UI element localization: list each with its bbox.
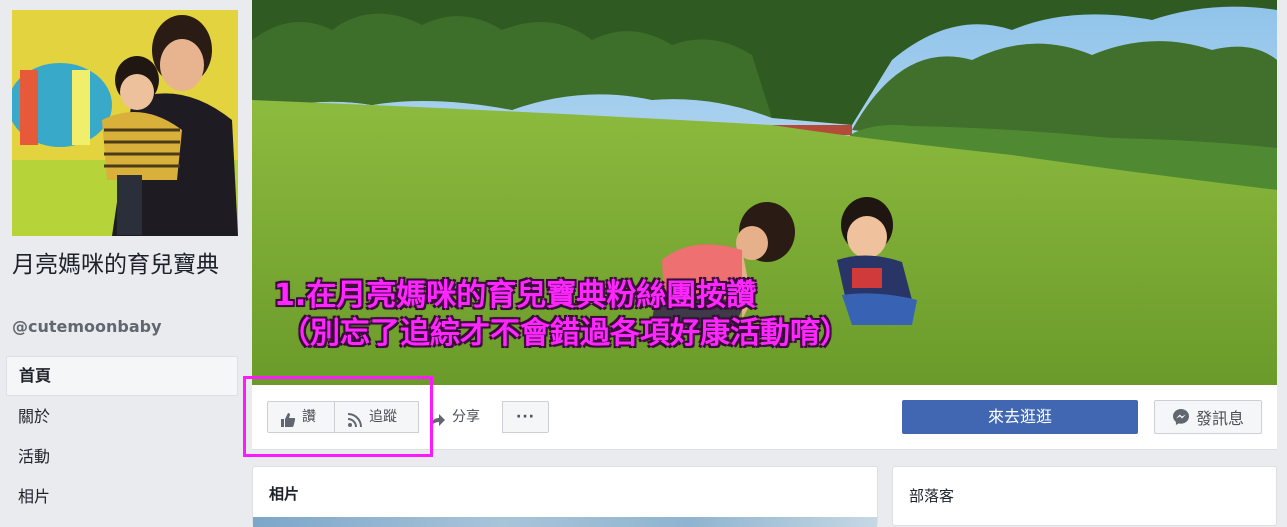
instruction-line-2: （別忘了追綜才不會錯過各項好康活動唷） xyxy=(280,316,850,351)
messenger-icon xyxy=(1172,408,1190,426)
photos-card-title[interactable]: 相片 xyxy=(269,483,299,504)
photo-thumbnail-strip[interactable] xyxy=(253,517,877,527)
share-label: 分享 xyxy=(452,409,480,425)
message-label: 發訊息 xyxy=(1195,409,1244,428)
like-follow-highlight-box xyxy=(243,376,433,457)
sidebar-nav: 首頁 關於 活動 相片 xyxy=(6,356,238,518)
sidebar-item-events[interactable]: 活動 xyxy=(6,438,238,476)
shop-now-button[interactable]: 來去逛逛 xyxy=(902,400,1138,434)
profile-avatar[interactable] xyxy=(12,10,238,236)
sidebar-item-about[interactable]: 關於 xyxy=(6,398,238,436)
blogger-card-title: 部落客 xyxy=(909,487,955,505)
page-title: 月亮媽咪的育兒寶典 xyxy=(12,252,219,278)
photos-card: 相片 xyxy=(252,466,878,527)
more-options-button[interactable]: ··· xyxy=(502,401,549,433)
cover-instruction-text: 1.在月亮媽咪的育兒寶典粉絲團按讚 （別忘了追綜才不會錯過各項好康活動唷） xyxy=(274,277,850,353)
left-sidebar: 月亮媽咪的育兒寶典 @cutemoonbaby 首頁 關於 活動 相片 xyxy=(0,0,250,520)
page-handle[interactable]: @cutemoonbaby xyxy=(12,317,162,336)
send-message-button[interactable]: 發訊息 xyxy=(1154,400,1262,434)
sidebar-item-home[interactable]: 首頁 xyxy=(6,356,238,396)
sidebar-item-photos[interactable]: 相片 xyxy=(6,478,238,516)
instruction-line-1: 1.在月亮媽咪的育兒寶典粉絲團按讚 xyxy=(274,278,757,313)
blogger-card: 部落客 xyxy=(892,466,1277,526)
